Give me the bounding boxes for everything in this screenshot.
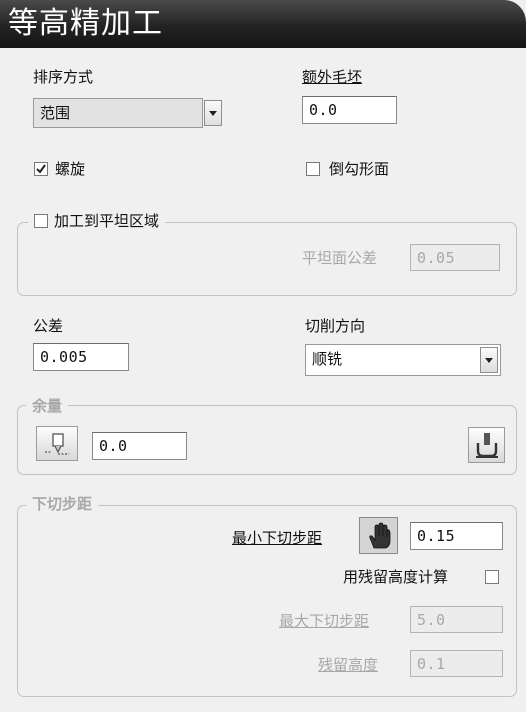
- flats-group-header: 加工到平坦区域: [28, 210, 166, 232]
- cut-direction-dropdown-button[interactable]: [480, 347, 498, 373]
- min-stepdown-label: 最小下切步距: [232, 529, 323, 547]
- tool-allowance-button[interactable]: [36, 426, 78, 461]
- undercut-label: 倒勾形面: [329, 160, 390, 178]
- undercut-checkbox[interactable]: [306, 162, 320, 176]
- flat-tolerance-input: 0.05: [410, 244, 500, 271]
- order-dropdown-button[interactable]: [204, 100, 222, 126]
- component-thickness-button[interactable]: [468, 427, 505, 463]
- order-select[interactable]: 范围: [33, 98, 203, 128]
- check-icon: [36, 164, 46, 174]
- tool-allowance-icon: [45, 432, 69, 455]
- allowance-group-label: 余量: [26, 396, 69, 416]
- max-stepdown-input: 5.0: [410, 606, 503, 633]
- window-title: 等高精加工: [8, 6, 163, 41]
- cut-direction-select[interactable]: 顺铣: [305, 344, 501, 376]
- cusp-height-input: 0.1: [410, 650, 503, 677]
- flats-checkbox[interactable]: [34, 214, 48, 228]
- spiral-label: 螺旋: [55, 160, 86, 178]
- flats-label: 加工到平坦区域: [54, 212, 160, 230]
- component-thickness-icon: [475, 433, 498, 458]
- cut-direction-label: 切削方向: [305, 317, 366, 335]
- tolerance-label: 公差: [33, 317, 64, 335]
- stepdown-group-label: 下切步距: [26, 494, 99, 514]
- use-cusp-label: 用残留高度计算: [343, 568, 449, 586]
- extra-stock-label: 额外毛坯: [302, 68, 363, 86]
- flat-tolerance-label: 平坦面公差: [302, 249, 378, 267]
- use-cusp-checkbox[interactable]: [485, 570, 499, 584]
- title-bar: 等高精加工: [0, 0, 526, 48]
- allowance-input[interactable]: 0.0: [92, 432, 187, 460]
- extra-stock-input[interactable]: 0.0: [302, 96, 397, 124]
- tolerance-input[interactable]: 0.005: [33, 343, 129, 371]
- stepdown-hand-button[interactable]: [359, 517, 398, 554]
- min-stepdown-input[interactable]: 0.15: [410, 522, 503, 550]
- spiral-checkbox[interactable]: [34, 162, 48, 176]
- cusp-height-label: 残留高度: [318, 656, 379, 674]
- order-label: 排序方式: [33, 68, 94, 86]
- hand-icon: [368, 522, 390, 548]
- max-stepdown-label: 最大下切步距: [279, 612, 370, 630]
